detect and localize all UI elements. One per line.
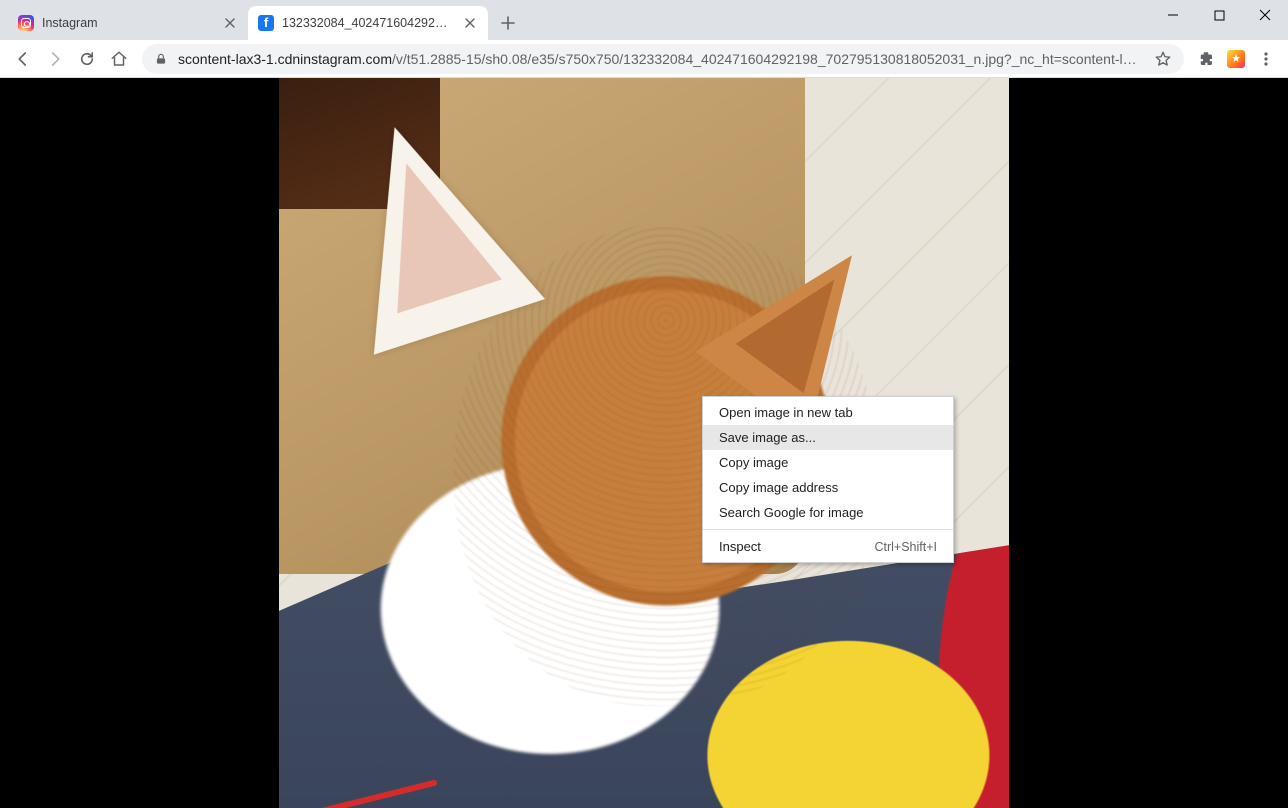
forward-button[interactable]: [40, 44, 70, 74]
home-button[interactable]: [104, 44, 134, 74]
window-close-button[interactable]: [1242, 0, 1288, 30]
bookmark-star-icon[interactable]: [1154, 50, 1172, 68]
tab-instagram[interactable]: Instagram: [8, 6, 248, 40]
context-menu-inspect[interactable]: Inspect Ctrl+Shift+I: [703, 534, 953, 559]
facebook-icon: f: [258, 15, 274, 31]
context-menu-separator: [703, 529, 953, 530]
context-menu-save-image-as[interactable]: Save image as...: [703, 425, 953, 450]
context-menu-item-label: Copy image address: [719, 480, 838, 495]
context-menu-copy-image[interactable]: Copy image: [703, 450, 953, 475]
lock-icon: [154, 52, 168, 66]
context-menu-item-label: Inspect: [719, 539, 761, 554]
extensions-icon[interactable]: [1192, 45, 1220, 73]
context-menu-item-label: Save image as...: [719, 430, 816, 445]
chrome-menu-icon[interactable]: [1252, 45, 1280, 73]
context-menu-item-shortcut: Ctrl+Shift+I: [874, 540, 937, 554]
pinned-extension-icon[interactable]: [1222, 45, 1250, 73]
window-maximize-button[interactable]: [1196, 0, 1242, 30]
reload-button[interactable]: [72, 44, 102, 74]
tab-strip: Instagram f 132332084_402471604292198_7…: [0, 0, 1288, 40]
tab-title: Instagram: [42, 16, 214, 30]
context-menu-search-google-image[interactable]: Search Google for image: [703, 500, 953, 525]
tab-title: 132332084_402471604292198_7…: [282, 16, 454, 30]
back-button[interactable]: [8, 44, 38, 74]
context-menu-open-image-new-tab[interactable]: Open image in new tab: [703, 400, 953, 425]
browser-toolbar: scontent-lax3-1.cdninstagram.com/v/t51.2…: [0, 40, 1288, 78]
window-controls: [1150, 0, 1288, 34]
context-menu-copy-image-address[interactable]: Copy image address: [703, 475, 953, 500]
url-text: scontent-lax3-1.cdninstagram.com/v/t51.2…: [178, 51, 1144, 67]
instagram-icon: [18, 15, 34, 31]
address-bar[interactable]: scontent-lax3-1.cdninstagram.com/v/t51.2…: [142, 44, 1184, 74]
context-menu-item-label: Search Google for image: [719, 505, 864, 520]
window-minimize-button[interactable]: [1150, 0, 1196, 30]
new-tab-button[interactable]: [494, 9, 522, 37]
page-viewport: [0, 78, 1288, 808]
tab-close-icon[interactable]: [462, 15, 478, 31]
context-menu-item-label: Open image in new tab: [719, 405, 853, 420]
context-menu-item-label: Copy image: [719, 455, 788, 470]
tab-image-file[interactable]: f 132332084_402471604292198_7…: [248, 6, 488, 40]
context-menu: Open image in new tab Save image as... C…: [702, 396, 954, 563]
tab-close-icon[interactable]: [222, 15, 238, 31]
